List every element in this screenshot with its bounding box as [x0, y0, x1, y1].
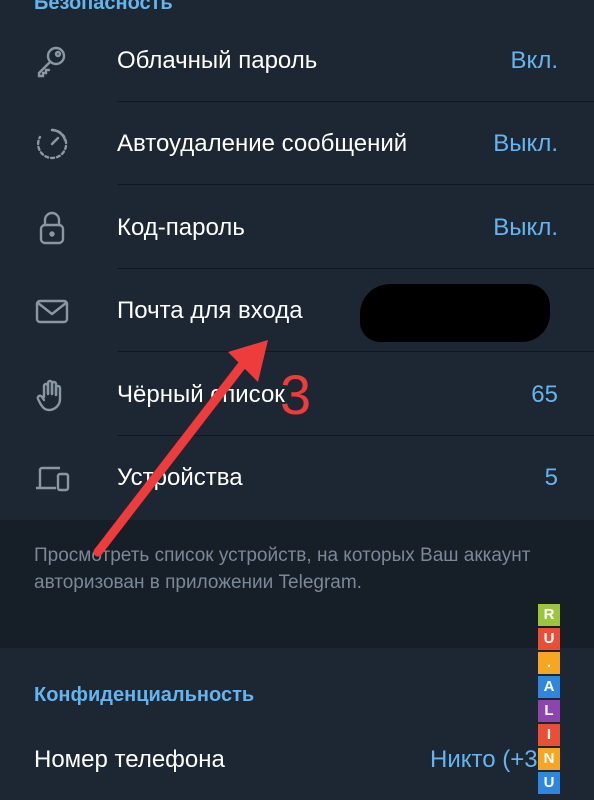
- row-label: Почта для входа: [117, 297, 303, 324]
- mail-icon: [34, 293, 70, 329]
- row-label: Чёрный список: [117, 381, 285, 408]
- watermark: R U . A L I N U: [538, 604, 560, 796]
- divider: [117, 351, 594, 352]
- watermark-letter: .: [538, 652, 560, 674]
- watermark-letter: I: [538, 724, 560, 746]
- row-cloud-password[interactable]: Облачный пароль Вкл.: [0, 19, 594, 102]
- divider: [117, 184, 594, 185]
- lock-icon: [34, 210, 70, 246]
- section-header-security: Безопасность: [34, 0, 173, 14]
- redaction-mark: [360, 284, 550, 342]
- row-value: Выкл.: [493, 130, 558, 157]
- section-header-privacy: Конфиденциальность: [34, 684, 255, 706]
- row-devices[interactable]: Устройства 5: [0, 436, 594, 519]
- devices-info-text: Просмотреть список устройств, на которых…: [34, 545, 531, 593]
- row-value: Выкл.: [493, 214, 558, 241]
- row-phone-number[interactable]: Номер телефона Никто (+3: [0, 730, 594, 800]
- key-icon: [34, 43, 70, 79]
- watermark-letter: A: [538, 676, 560, 698]
- watermark-letter: L: [538, 700, 560, 722]
- row-label: Устройства: [117, 464, 243, 491]
- devices-icon: [34, 460, 70, 496]
- watermark-letter: R: [538, 604, 560, 626]
- devices-info-block: Просмотреть список устройств, на которых…: [0, 520, 594, 648]
- annotation-number: 3: [280, 363, 312, 426]
- row-value: 65: [531, 381, 558, 408]
- row-value: Никто (+3: [430, 746, 538, 773]
- watermark-letter: N: [538, 748, 560, 770]
- row-label: Код-пароль: [117, 214, 245, 241]
- row-passcode[interactable]: Код-пароль Выкл.: [0, 186, 594, 269]
- watermark-letter: U: [538, 628, 560, 650]
- hand-icon: [34, 377, 70, 413]
- row-value: 5: [544, 464, 558, 491]
- row-label: Автоудаление сообщений: [117, 130, 408, 157]
- row-label: Облачный пароль: [117, 47, 318, 74]
- row-label: Номер телефона: [34, 746, 225, 773]
- row-auto-delete[interactable]: Автоудаление сообщений Выкл.: [0, 102, 594, 185]
- row-value: Вкл.: [510, 47, 558, 74]
- timer-icon: [34, 126, 70, 162]
- watermark-letter: U: [538, 772, 560, 794]
